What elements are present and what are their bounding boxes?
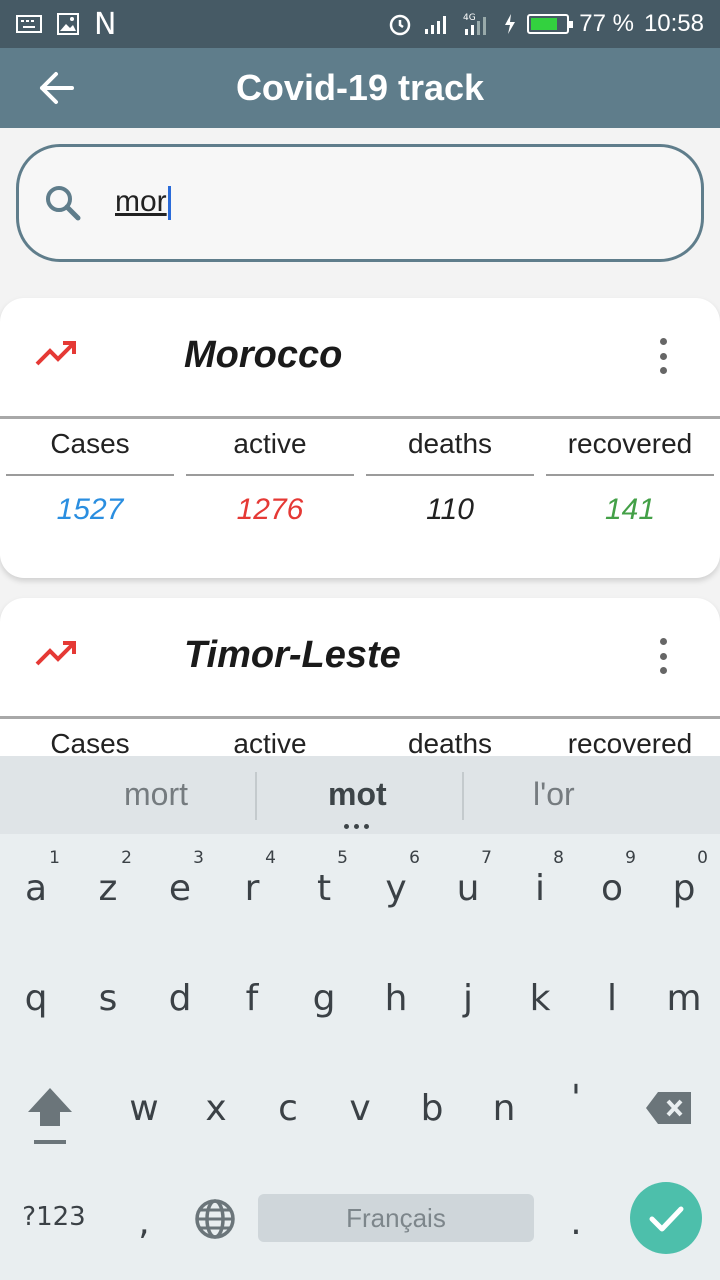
- battery-icon: [527, 14, 574, 34]
- enter-button[interactable]: [630, 1182, 702, 1254]
- key[interactable]: t5: [294, 848, 354, 909]
- alarm-icon: [389, 14, 411, 36]
- more-suggestions-icon: [344, 824, 369, 829]
- key[interactable]: p0: [654, 848, 714, 909]
- page-title: Covid-19 track: [235, 67, 485, 108]
- suggestion-1[interactable]: mort: [124, 776, 188, 813]
- key[interactable]: s: [78, 978, 138, 1019]
- key[interactable]: c: [258, 1088, 318, 1129]
- search-icon: [46, 186, 81, 221]
- key[interactable]: x: [186, 1088, 246, 1129]
- key[interactable]: m: [654, 978, 714, 1019]
- key[interactable]: e3: [150, 848, 210, 909]
- key[interactable]: b: [402, 1088, 462, 1129]
- search-value[interactable]: mor: [115, 185, 171, 221]
- key[interactable]: g: [294, 978, 354, 1019]
- suggestion-2[interactable]: mot: [328, 776, 387, 813]
- key[interactable]: j: [438, 978, 498, 1019]
- active-header: active: [233, 428, 307, 459]
- key[interactable]: z2: [78, 848, 138, 909]
- country-name: Timor-Leste: [184, 634, 401, 676]
- key[interactable]: r4: [222, 848, 282, 909]
- deaths-header: deaths: [407, 428, 493, 459]
- cases-value: 1527: [56, 493, 124, 526]
- key[interactable]: o9: [582, 848, 642, 909]
- charging-icon: [505, 14, 516, 34]
- period-key[interactable]: .: [546, 1202, 606, 1243]
- signal-icon: [425, 16, 447, 34]
- image-icon: [57, 13, 79, 35]
- key[interactable]: u7: [438, 848, 498, 909]
- stats-row: Cases 1527 active 1276 deaths 110 recovered…: [0, 424, 720, 544]
- key[interactable]: ': [546, 1078, 606, 1119]
- key[interactable]: i8: [510, 848, 570, 909]
- comma-key[interactable]: ,: [114, 1202, 174, 1243]
- key[interactable]: y6: [366, 848, 426, 909]
- key[interactable]: w: [114, 1088, 174, 1129]
- key[interactable]: a1: [6, 848, 66, 909]
- notification-letter: N: [94, 6, 117, 42]
- clock: 10:58: [643, 10, 704, 37]
- recovered-header: recovered: [567, 428, 693, 459]
- keyboard-icon: [16, 15, 42, 33]
- battery-percent: 77 %: [579, 10, 634, 37]
- active-value: 1276: [236, 493, 304, 526]
- divider: [0, 416, 720, 419]
- divider: [0, 716, 720, 719]
- trending-up-icon: [35, 341, 76, 366]
- recovered-value: 141: [604, 493, 656, 526]
- more-vert-icon[interactable]: [660, 638, 668, 674]
- svg-text:4G: 4G: [463, 13, 476, 23]
- trending-up-icon: [35, 641, 76, 666]
- arrow-left-icon[interactable]: [36, 70, 76, 106]
- key[interactable]: h: [366, 978, 426, 1019]
- backspace-icon[interactable]: [644, 1090, 694, 1126]
- country-name: Morocco: [184, 334, 343, 376]
- space-bar[interactable]: Français: [258, 1194, 534, 1242]
- key[interactable]: v: [330, 1088, 390, 1129]
- globe-icon[interactable]: [194, 1198, 236, 1240]
- text-caret: [167, 186, 171, 221]
- key[interactable]: q: [6, 978, 66, 1019]
- suggestion-3[interactable]: l'or: [533, 776, 575, 813]
- key[interactable]: k: [510, 978, 570, 1019]
- deaths-value: 110: [426, 493, 474, 526]
- key[interactable]: l: [582, 978, 642, 1019]
- soft-keyboard: mort mot l'or a1 z2 e3 r4 t5 y6 u7 i8 o9…: [0, 756, 720, 1280]
- search-input[interactable]: mor: [16, 144, 704, 262]
- key[interactable]: n: [474, 1088, 534, 1129]
- country-card[interactable]: Morocco Cases 1527 active 1276 deaths 110 r…: [0, 298, 720, 578]
- suggestion-strip: mort mot l'or: [0, 756, 720, 834]
- shift-icon[interactable]: [24, 1086, 76, 1148]
- status-bar: N 4G 77 % 10:58: [0, 0, 720, 48]
- more-vert-icon[interactable]: [660, 338, 668, 374]
- key[interactable]: d: [150, 978, 210, 1019]
- key[interactable]: f: [222, 978, 282, 1019]
- check-icon: [649, 1206, 684, 1232]
- app-bar: Covid-19 track: [0, 48, 720, 128]
- signal-4g-icon: 4G: [463, 13, 487, 35]
- cases-header: Cases: [50, 428, 130, 459]
- symbols-key[interactable]: ?123: [14, 1202, 94, 1232]
